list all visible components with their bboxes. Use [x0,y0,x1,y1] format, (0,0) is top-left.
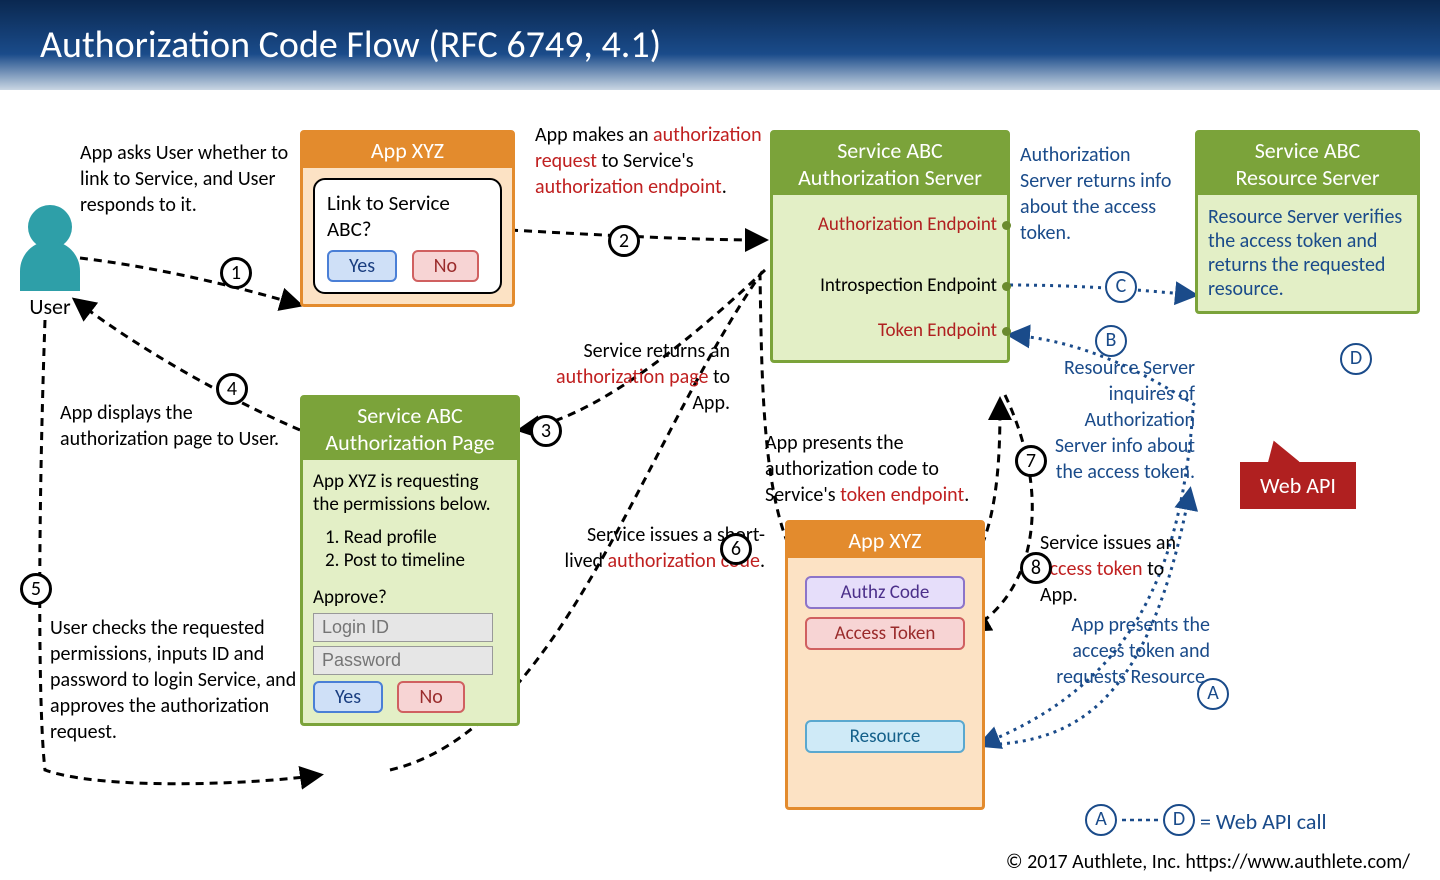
link-no-button[interactable]: No [412,250,479,282]
diagram-canvas: User App XYZ Link to Service ABC? Yes No… [0,90,1440,880]
approve-label: Approve? [313,586,507,609]
annotation-2: App makes an authorization request to Se… [535,122,765,200]
letter-C-badge: C [1105,271,1137,303]
authz-page-intro: App XYZ is requesting the permissions be… [313,470,507,516]
access-token-chip: Access Token [805,617,965,650]
page-title: Authorization Code Flow (RFC 6749, 4.1) [40,22,661,68]
title-bar: Authorization Code Flow (RFC 6749, 4.1) [0,0,1440,90]
authz-page-header: Service ABCAuthorization Page [303,398,517,460]
letter-D-badge: D [1340,343,1372,375]
app-xyz-box: App XYZ Link to Service ABC? Yes No [300,130,515,307]
token-endpoint: Token Endpoint [783,319,997,342]
link-yes-button[interactable]: Yes [327,250,397,282]
annotation-5: User checks the requested permissions, i… [50,615,300,745]
app-xyz-header: App XYZ [303,133,512,168]
authz-server-header: Service ABCAuthorization Server [773,133,1007,195]
authorization-server-box: Service ABCAuthorization Server Authoriz… [770,130,1010,363]
annotation-7: App presents the authorization code to S… [765,430,1010,508]
step-5-badge: 5 [20,573,52,605]
password-input[interactable] [313,646,493,675]
webapi-label: Web API [1240,462,1356,509]
perm-1: 1. Read profile [325,526,507,549]
annotation-4: App displays the authorization page to U… [60,400,280,452]
login-id-input[interactable] [313,613,493,642]
authorization-page-box: Service ABCAuthorization Page App XYZ is… [300,395,520,726]
resource-server-box: Service ABCResource Server Resource Serv… [1195,130,1420,314]
authorization-endpoint: Authorization Endpoint [783,213,997,236]
letter-B-badge: B [1095,325,1127,357]
resource-server-header: Service ABCResource Server [1198,133,1417,195]
letter-A-badge: A [1197,678,1229,710]
step-8-badge: 8 [1020,552,1052,584]
introspection-endpoint: Introspection Endpoint [783,274,997,297]
annotation-A: App presents the access token and reques… [1030,612,1210,690]
app-xyz-2-header: App XYZ [788,523,982,558]
app-xyz-box-2: App XYZ Authz Code Access Token Resource [785,520,985,810]
legend-A-badge: A [1085,804,1117,836]
annotation-B: Resource Server inquires of Authorizatio… [1030,355,1195,485]
step-3-badge: 3 [530,415,562,447]
annotation-3: Service returns an authorization page to… [530,338,730,416]
annotation-8: Service issues an access token to App. [1040,530,1200,608]
annotation-C: Authorization Server returns info about … [1020,142,1185,246]
user-label: User [20,293,80,320]
step-4-badge: 4 [216,373,248,405]
legend-text: = Web API call [1200,808,1327,837]
step-7-badge: 7 [1015,445,1047,477]
link-prompt-text: Link to Service ABC? [327,190,488,242]
perm-2: 2. Post to timeline [325,549,507,572]
authz-code-chip: Authz Code [805,576,965,609]
user-icon: User [20,205,80,320]
resource-server-desc: Resource Server verifies the access toke… [1198,195,1417,311]
approve-yes-button[interactable]: Yes [313,681,383,713]
footer-credit: © 2017 Authlete, Inc. https://www.authle… [1006,850,1410,874]
step-6-badge: 6 [720,533,752,565]
step-1-badge: 1 [220,257,252,289]
annotation-1: App asks User whether to link to Service… [80,140,290,218]
resource-chip: Resource [805,720,965,753]
legend-D-badge: D [1163,804,1195,836]
approve-no-button[interactable]: No [397,681,464,713]
link-prompt: Link to Service ABC? Yes No [313,178,502,294]
step-2-badge: 2 [608,225,640,257]
